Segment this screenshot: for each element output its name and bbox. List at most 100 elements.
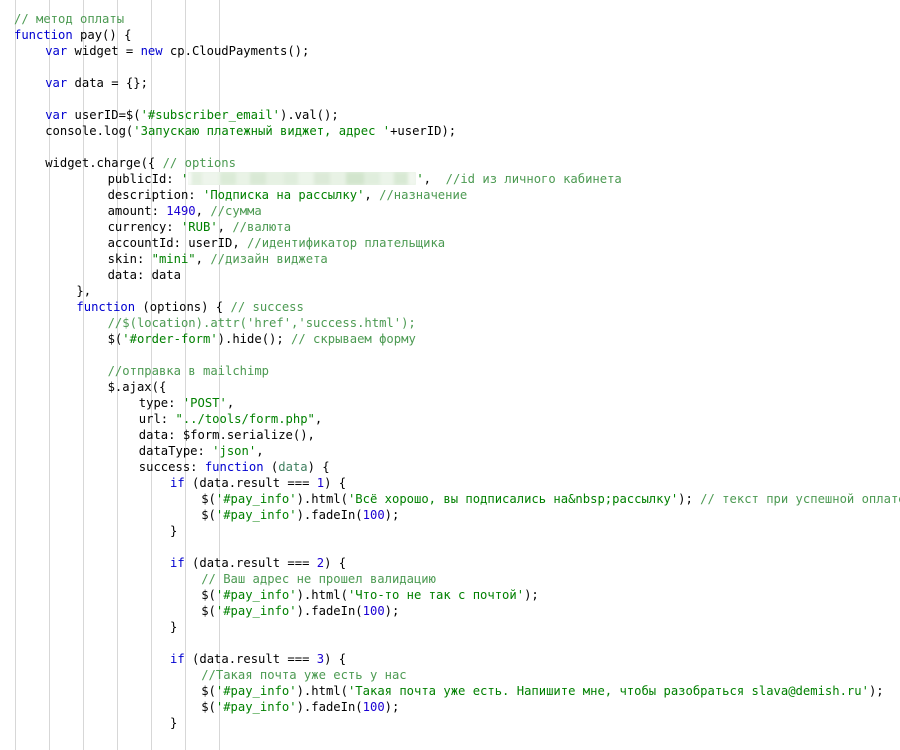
token-com: //отправка в mailchimp [107, 364, 270, 378]
token-kw: function [204, 460, 264, 474]
token-plain: , [364, 188, 380, 202]
token-str: 'Подписка на рассылку' [202, 188, 365, 202]
code-line: publicId: ' ', //id из личного кабинета [0, 171, 900, 187]
code-line: data: data [0, 267, 900, 283]
code-line: //Такая почта уже есть у нас [0, 667, 900, 683]
token-num: 3 [316, 652, 325, 666]
token-str: '#pay_info' [215, 684, 297, 698]
token-plain: , [195, 252, 211, 266]
token-com: // скрываем форму [291, 332, 416, 346]
token-plain: publicId: [107, 172, 181, 186]
token-com: //id из личного кабинета [445, 172, 622, 186]
token-kw: if [170, 556, 185, 570]
token-str: 'RUB' [180, 220, 218, 234]
token-plain: console [45, 124, 97, 138]
token-com: // Ваш адрес не прошел валидацию [201, 572, 436, 586]
token-kw: var [45, 44, 68, 58]
token-plain: description: [107, 188, 203, 202]
code-line: if (data.result === 2) { [0, 555, 900, 571]
token-num: 100 [362, 508, 385, 522]
code-line: var widget = new cp.CloudPayments(); [0, 43, 900, 59]
token-plain: ).val(); [280, 108, 339, 122]
code-line: } [0, 619, 900, 635]
token-plain: currency: [107, 220, 181, 234]
token-plain: $( [201, 508, 216, 522]
token-kw: function [76, 300, 136, 314]
token-plain: type: [138, 396, 183, 410]
code-line: var data = {}; [0, 75, 900, 91]
token-plain: ); [384, 700, 400, 714]
token-str: 'Такая почта уже есть. Напишите мне, что… [347, 684, 869, 698]
token-str: 'POST' [182, 396, 227, 410]
token-plain: ).fadeIn( [296, 508, 363, 522]
code-line: $('#pay_info').fadeIn(100); [0, 603, 900, 619]
code-line: $('#pay_info').html('Что-то не так с поч… [0, 587, 900, 603]
token-str: '#subscriber_email' [140, 108, 280, 122]
token-plain: widget = [67, 44, 141, 58]
code-line: $.ajax({ [0, 379, 900, 395]
token-kw: var [45, 108, 68, 122]
token-num: 2 [316, 556, 325, 570]
code-line: //отправка в mailchimp [0, 363, 900, 379]
token-plain: ).fadeIn( [296, 700, 363, 714]
token-plain: $.ajax({ [107, 380, 167, 394]
token-com: //идентификатор плательщика [247, 236, 446, 250]
token-com: //Такая почта уже есть у нас [201, 668, 407, 682]
token-plain: , [423, 172, 446, 186]
token-str: '#pay_info' [215, 492, 297, 506]
token-num: 100 [362, 700, 385, 714]
token-plain: $( [201, 684, 216, 698]
code-line: $('#pay_info').fadeIn(100); [0, 699, 900, 715]
token-param: data [278, 460, 308, 474]
code-line: //$(location).attr('href','success.html'… [0, 315, 900, 331]
code-line: function pay() { [0, 27, 900, 43]
code-line: } [0, 715, 900, 731]
token-kw: if [170, 476, 185, 490]
token-str: '#order-form' [122, 332, 218, 346]
token-com: //дизайн виджета [210, 252, 328, 266]
token-str: 'Запускаю платежный виджет, адрес ' [133, 124, 391, 138]
token-plain: (data.result === [184, 476, 317, 490]
token-str: '#pay_info' [215, 700, 297, 714]
token-plain: log( [103, 124, 134, 138]
token-plain: . [96, 124, 104, 138]
token-kw: var [45, 76, 68, 90]
token-plain: ) { [324, 476, 347, 490]
token-plain: , [217, 220, 233, 234]
token-plain: (options) { [135, 300, 231, 314]
token-plain: (data.result === [184, 556, 317, 570]
token-plain: ).hide(); [217, 332, 292, 346]
code-line: type: 'POST', [0, 395, 900, 411]
code-line: description: 'Подписка на рассылку', //н… [0, 187, 900, 203]
code-line: } [0, 523, 900, 539]
code-line: success: function (data) { [0, 459, 900, 475]
token-str: ' [416, 172, 424, 186]
code-line: widget.charge({ // options [0, 155, 900, 171]
token-plain: userID=$( [67, 108, 141, 122]
token-plain: }, [76, 284, 92, 298]
token-plain: ) { [324, 556, 347, 570]
token-str: 'json' [212, 444, 257, 458]
redacted-public-id [188, 172, 417, 185]
code-line: // метод оплаты [0, 11, 900, 27]
token-plain: data: $form.serialize(), [138, 428, 315, 442]
token-plain: $( [201, 588, 216, 602]
token-plain: +userID); [390, 124, 457, 138]
token-plain: (data.result === [184, 652, 317, 666]
token-plain: ); [384, 604, 400, 618]
code-line: skin: "mini", //дизайн виджета [0, 251, 900, 267]
token-str: ' [180, 172, 189, 186]
token-kw: function [14, 28, 73, 42]
token-plain: ).html( [296, 684, 348, 698]
token-plain: accountId: userID, [107, 236, 248, 250]
token-plain: ).html( [296, 492, 348, 506]
token-plain: ); [868, 684, 884, 698]
token-plain: , [195, 204, 211, 218]
code-viewer: // метод оплаты function pay() {var widge… [0, 0, 900, 750]
code-line: $('#pay_info').html('Всё хорошо, вы подп… [0, 491, 900, 507]
token-plain: pay() { [72, 28, 132, 42]
